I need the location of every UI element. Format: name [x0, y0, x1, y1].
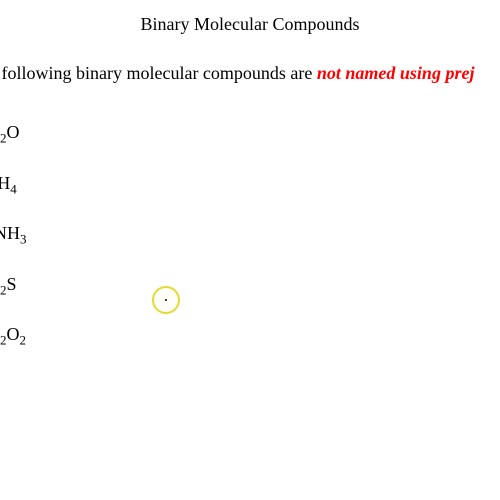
formula-subscript: 4	[10, 181, 17, 196]
instruction-prefix: he following binary molecular compounds …	[0, 63, 317, 83]
compound-list: I2O 'H4 NH3 I2S I2O2	[0, 122, 500, 349]
page-title: Binary Molecular Compounds	[0, 0, 500, 35]
formula-part: O	[7, 122, 20, 142]
formula-subscript: 3	[20, 232, 27, 247]
formula-part: NH	[0, 223, 20, 243]
list-item: 'H4	[0, 173, 500, 198]
list-item: NH3	[0, 223, 500, 248]
formula-part: O	[7, 324, 20, 344]
cursor-highlight-icon	[152, 286, 180, 314]
list-item: I2S	[0, 274, 500, 299]
list-item: I2O	[0, 122, 500, 147]
formula-subscript: 2	[20, 333, 27, 348]
list-item: I2O2	[0, 324, 500, 349]
formula-part: 'H	[0, 173, 10, 193]
formula-part: S	[7, 274, 17, 294]
cursor-dot-icon	[165, 299, 167, 301]
instruction-text: he following binary molecular compounds …	[0, 63, 500, 84]
instruction-emphasis: not named using prej	[317, 63, 475, 83]
